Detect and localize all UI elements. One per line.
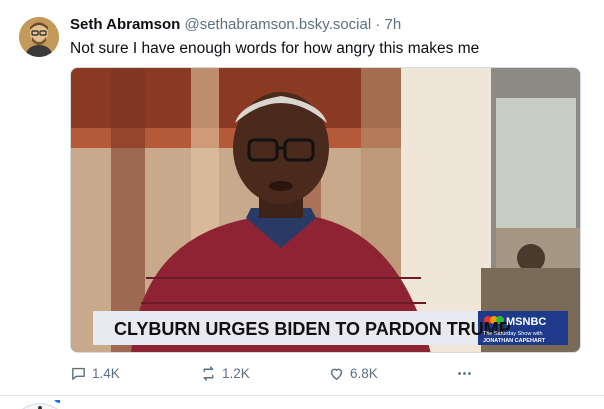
- post-divider: [0, 395, 604, 396]
- show-title-line1: The Saturday Show with: [483, 331, 543, 337]
- post-text: Not sure I have enough words for how ang…: [70, 40, 480, 57]
- avatar-partial-icon: [22, 393, 64, 409]
- repost-button[interactable]: 1.2K: [200, 363, 250, 383]
- like-button[interactable]: 6.8K: [328, 363, 378, 383]
- author-name[interactable]: Seth Abramson: [70, 16, 180, 33]
- next-post-avatar[interactable]: [20, 393, 64, 409]
- network-logo: MSNBC: [506, 316, 546, 328]
- heart-icon: [330, 368, 343, 380]
- notification-dot-icon: [54, 393, 64, 403]
- post-video-thumbnail[interactable]: CLYBURN URGES BIDEN TO PARDON TRUMP MSNB…: [70, 67, 581, 353]
- show-title-line2: JONATHAN CAPEHART: [483, 338, 546, 344]
- more-options-button[interactable]: [456, 363, 473, 383]
- video-frame: CLYBURN URGES BIDEN TO PARDON TRUMP MSNB…: [71, 68, 580, 352]
- post-timestamp[interactable]: 7h: [385, 16, 402, 33]
- feed-post[interactable]: Seth Abramson @sethabramson.bsky.social …: [0, 0, 604, 395]
- person-portrait-icon: [19, 17, 59, 57]
- post-header: Seth Abramson @sethabramson.bsky.social …: [70, 15, 401, 35]
- author-avatar[interactable]: [19, 17, 59, 57]
- author-handle[interactable]: @sethabramson.bsky.social: [184, 16, 371, 33]
- repost-icon: [203, 365, 214, 381]
- reply-count: 1.4K: [92, 365, 120, 381]
- reply-button[interactable]: 1.4K: [70, 363, 120, 383]
- comment-icon: [72, 367, 85, 380]
- post-actions: 1.4K 1.2K 6.8K: [70, 363, 490, 383]
- video-chyron: CLYBURN URGES BIDEN TO PARDON TRUMP: [114, 319, 511, 339]
- header-separator: ·: [375, 16, 381, 33]
- more-horizontal-icon: [458, 371, 471, 375]
- like-count: 6.8K: [350, 365, 378, 381]
- repost-count: 1.2K: [222, 365, 250, 381]
